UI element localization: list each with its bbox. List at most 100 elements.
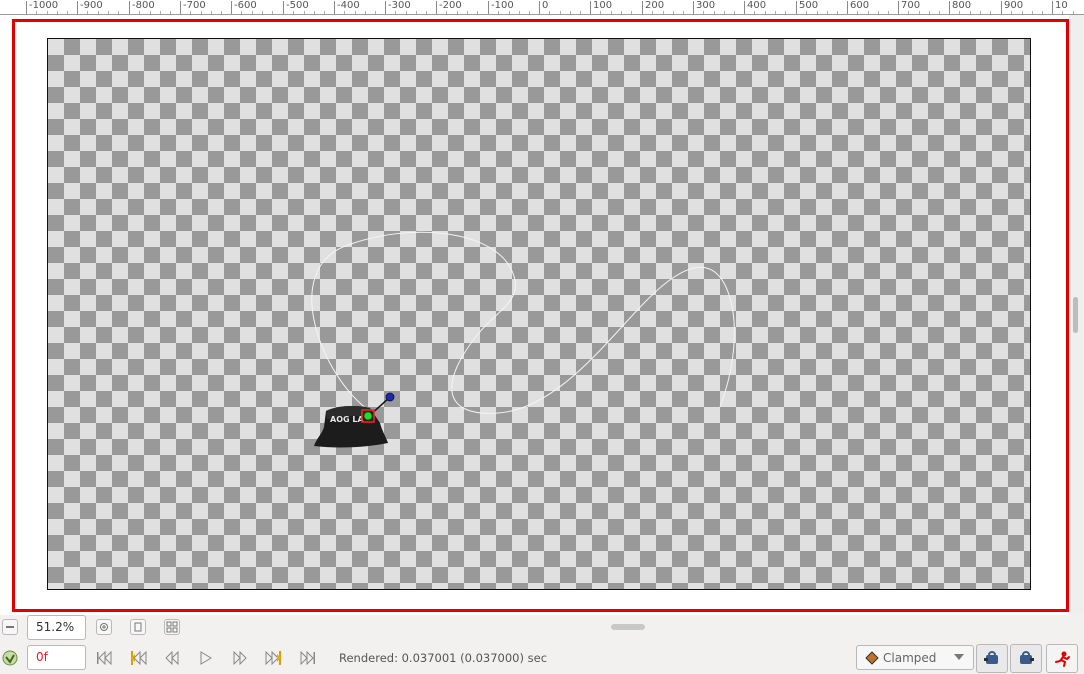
zoom-out-icon[interactable] (2, 619, 18, 635)
ruler-minor-tick (67, 11, 68, 14)
canvas[interactable]: AOG LA (47, 38, 1031, 590)
ruler-minor-tick (683, 11, 684, 14)
ruler-minor-tick (344, 11, 345, 14)
ruler-minor-tick (201, 11, 202, 14)
zoom-input[interactable]: 51.2% (27, 615, 86, 640)
horizontal-scrollbar-thumb[interactable] (611, 624, 645, 630)
ruler-tick (436, 1, 437, 14)
zoom-extents-icon[interactable] (164, 619, 180, 635)
ruler-label: 700 (901, 0, 921, 11)
ruler-minor-tick (190, 11, 191, 14)
canvas-overlay: AOG LA (311, 231, 735, 448)
ruler-minor-tick (160, 11, 161, 14)
ruler-minor-tick (611, 11, 612, 14)
ruler-minor-tick (775, 11, 776, 14)
ruler-minor-tick (959, 11, 960, 14)
ruler-minor-tick (36, 11, 37, 14)
seek-prev-frame-icon[interactable] (162, 649, 182, 667)
ruler-minor-tick (57, 11, 58, 14)
ruler-minor-tick (272, 11, 273, 14)
ruler-minor-tick (406, 11, 407, 14)
ruler-minor-tick (919, 11, 920, 14)
ruler-label: -700 (183, 0, 206, 11)
vertical-scrollbar-thumb[interactable] (1073, 297, 1078, 333)
ruler-minor-tick (806, 11, 807, 14)
seek-next-keyframe-icon[interactable] (264, 649, 284, 667)
ruler-minor-tick (857, 11, 858, 14)
ruler-minor-tick (519, 11, 520, 14)
past-keyframes-lock-icon[interactable] (976, 644, 1008, 673)
ruler-minor-tick (1022, 11, 1023, 14)
keyframe-lock-icon[interactable] (1, 649, 19, 667)
ruler-minor-tick (600, 11, 601, 14)
zoom-fit-icon[interactable] (130, 619, 146, 635)
ruler-label: -600 (234, 0, 257, 11)
ruler-minor-tick (663, 11, 664, 14)
ruler-minor-tick (888, 11, 889, 14)
ruler-label: 600 (850, 0, 870, 11)
render-status: Rendered: 0.037001 (0.037000) sec (339, 651, 548, 665)
animation-mode-icon[interactable] (1046, 644, 1078, 673)
ruler-tick (949, 1, 950, 14)
ruler-minor-tick (304, 11, 305, 14)
ruler-minor-tick (262, 11, 263, 14)
ruler-minor-tick (365, 11, 366, 14)
ruler-tick (180, 1, 181, 14)
motion-path[interactable] (311, 231, 735, 414)
future-keyframes-lock-icon[interactable] (1010, 644, 1042, 673)
ruler-minor-tick (785, 11, 786, 14)
seek-prev-keyframe-icon[interactable] (128, 649, 148, 667)
ruler-tick (385, 1, 386, 14)
ruler-minor-tick (1062, 11, 1063, 14)
ruler-minor-tick (714, 11, 715, 14)
default-interpolation-select[interactable]: Clamped (856, 645, 974, 670)
ruler-minor-tick (375, 11, 376, 14)
ruler-label: -800 (132, 0, 155, 11)
ruler-minor-tick (47, 11, 48, 14)
ruler-minor-tick (765, 11, 766, 14)
ruler-minor-tick (837, 11, 838, 14)
seek-to-end-icon[interactable] (298, 649, 318, 667)
play-icon[interactable] (196, 649, 216, 667)
ruler-minor-tick (560, 11, 561, 14)
ruler-label: -500 (286, 0, 309, 11)
hat-layer[interactable]: AOG LA (314, 406, 388, 448)
ruler-minor-tick (150, 11, 151, 14)
ruler-label: -900 (80, 0, 103, 11)
ruler-minor-tick (416, 11, 417, 14)
angle-handle[interactable] (385, 392, 395, 402)
ruler-minor-tick (87, 11, 88, 14)
clamped-interpolation-icon (865, 650, 879, 665)
seek-next-frame-icon[interactable] (230, 649, 250, 667)
zoom-in-icon[interactable] (96, 619, 112, 635)
horizontal-ruler[interactable]: -1000 -900 -800 -700 -600 -500 -400 -300 -200 -10… (0, 0, 1084, 15)
ruler-minor-tick (980, 11, 981, 14)
ruler-minor-tick (211, 11, 212, 14)
ruler-minor-tick (477, 11, 478, 14)
ruler-minor-tick (570, 11, 571, 14)
ruler-label: 100 (593, 0, 613, 11)
ruler-minor-tick (118, 11, 119, 14)
ruler-label: 900 (1004, 0, 1024, 11)
position-handle[interactable] (363, 411, 373, 421)
ruler-minor-tick (241, 11, 242, 14)
ruler-minor-tick (939, 11, 940, 14)
ruler-tick (847, 1, 848, 14)
ruler-label: 10 (1055, 0, 1068, 11)
seek-to-begin-icon[interactable] (94, 649, 114, 667)
ruler-minor-tick (1073, 11, 1074, 14)
ruler-minor-tick (724, 11, 725, 14)
ruler-minor-tick (446, 11, 447, 14)
ruler-minor-tick (498, 11, 499, 14)
ruler-tick (283, 1, 284, 14)
ruler-minor-tick (754, 11, 755, 14)
ruler-label: 800 (952, 0, 972, 11)
ruler-minor-tick (355, 11, 356, 14)
current-time-input[interactable]: 0f (27, 645, 86, 670)
ruler-label: -1000 (29, 0, 59, 11)
chevron-down-icon (954, 654, 964, 660)
ruler-minor-tick (908, 11, 909, 14)
ruler-label: -400 (337, 0, 360, 11)
vertical-scrollbar[interactable] (1069, 15, 1084, 615)
ruler-tick (334, 1, 335, 14)
